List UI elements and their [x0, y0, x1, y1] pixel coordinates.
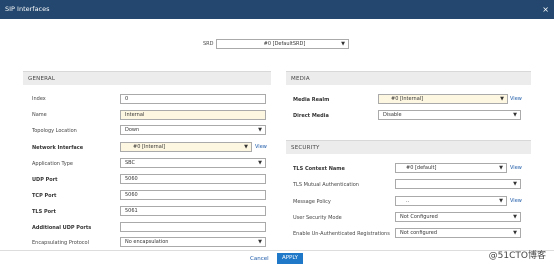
- index-field[interactable]: 0: [120, 94, 266, 104]
- dialog-titlebar: SIP Interfaces ×: [0, 0, 554, 19]
- media-realm-label: Media Realm: [293, 97, 330, 103]
- tcp-port-field[interactable]: 5060: [120, 190, 266, 200]
- encapsulating-protocol-value: No encapsulation: [125, 239, 169, 245]
- user-security-mode-select[interactable]: Not Configured ▼: [395, 212, 521, 222]
- chevron-down-icon: ▼: [258, 239, 262, 245]
- user-security-mode-label: User Security Mode: [293, 215, 342, 221]
- message-policy-select[interactable]: .. ▼: [395, 196, 507, 206]
- footer-divider: [0, 250, 554, 251]
- direct-media-value: Disable: [383, 112, 402, 118]
- name-label: Name: [32, 112, 47, 118]
- message-policy-value: ..: [406, 198, 410, 204]
- tls-context-name-value: #0 [default]: [406, 165, 437, 171]
- srd-row: SRD #0 [DefaultSRD] ▼: [0, 39, 554, 51]
- tls-mutual-auth-select[interactable]: ▼: [395, 179, 521, 189]
- direct-media-label: Direct Media: [293, 113, 329, 119]
- udp-port-field[interactable]: 5060: [120, 174, 266, 184]
- network-interface-value: #0 [Internal]: [133, 144, 166, 150]
- tls-context-name-label: TLS Context Name: [293, 166, 345, 172]
- network-interface-view-link[interactable]: View: [255, 144, 267, 150]
- srd-label: SRD: [203, 41, 214, 47]
- application-type-value: SBC: [125, 160, 136, 166]
- chevron-down-icon: ▼: [513, 181, 517, 187]
- tls-context-name-select[interactable]: #0 [default] ▼: [395, 163, 507, 173]
- media-realm-value: #0 [Internal]: [391, 96, 424, 102]
- message-policy-label: Message Policy: [293, 199, 331, 205]
- media-heading: MEDIA: [286, 71, 531, 85]
- network-interface-select[interactable]: #0 [Internal] ▼: [120, 142, 252, 152]
- topology-location-value: Down: [125, 127, 140, 133]
- chevron-down-icon: ▼: [499, 198, 503, 204]
- chevron-down-icon: ▼: [513, 112, 517, 118]
- message-policy-view-link[interactable]: View: [510, 198, 522, 204]
- chevron-down-icon: ▼: [244, 144, 248, 150]
- apply-button[interactable]: APPLY: [277, 253, 303, 264]
- tls-port-label: TLS Port: [32, 209, 56, 215]
- encapsulating-protocol-select[interactable]: No encapsulation ▼: [120, 237, 266, 247]
- tls-context-view-link[interactable]: View: [510, 165, 522, 171]
- chevron-down-icon: ▼: [499, 165, 503, 171]
- enable-unauth-reg-label: Enable Un-Authenticated Registrations: [293, 231, 390, 237]
- name-field[interactable]: Internal: [120, 110, 266, 120]
- tcp-port-label: TCP Port: [32, 193, 57, 199]
- close-icon[interactable]: ×: [542, 0, 549, 19]
- security-heading: SECURITY: [286, 140, 531, 154]
- additional-udp-ports-label: Additional UDP Ports: [32, 225, 92, 231]
- srd-select[interactable]: #0 [DefaultSRD] ▼: [216, 39, 349, 49]
- tls-mutual-auth-label: TLS Mutual Authentication: [293, 182, 359, 188]
- application-type-label: Application Type: [32, 161, 74, 167]
- encapsulating-protocol-label: Encapsulating Protocol: [32, 240, 89, 246]
- topology-location-label: Topology Location: [32, 128, 77, 134]
- watermark: @51CTO博客: [488, 251, 546, 261]
- index-label: Index: [32, 96, 46, 102]
- cancel-button[interactable]: Cancel: [250, 256, 269, 262]
- application-type-select[interactable]: SBC ▼: [120, 158, 266, 168]
- chevron-down-icon: ▼: [258, 160, 262, 166]
- topology-location-select[interactable]: Down ▼: [120, 125, 266, 135]
- chevron-down-icon: ▼: [513, 214, 517, 220]
- user-security-mode-value: Not Configured: [400, 214, 438, 220]
- chevron-down-icon: ▼: [500, 96, 504, 102]
- enable-unauth-reg-value: Not configured: [400, 230, 438, 236]
- udp-port-label: UDP Port: [32, 177, 58, 183]
- general-heading: GENERAL: [23, 71, 271, 85]
- direct-media-select[interactable]: Disable ▼: [378, 110, 521, 120]
- tls-port-field[interactable]: 5061: [120, 206, 266, 216]
- chevron-down-icon: ▼: [513, 230, 517, 236]
- chevron-down-icon: ▼: [341, 41, 345, 47]
- network-interface-label: Network Interface: [32, 145, 84, 151]
- dialog-title: SIP Interfaces: [5, 5, 50, 13]
- media-realm-view-link[interactable]: View: [510, 96, 522, 102]
- srd-value: #0 [DefaultSRD]: [263, 41, 306, 47]
- media-realm-select[interactable]: #0 [Internal] ▼: [378, 94, 508, 104]
- additional-udp-ports-field[interactable]: [120, 222, 266, 232]
- enable-unauth-reg-select[interactable]: Not configured ▼: [395, 228, 521, 238]
- chevron-down-icon: ▼: [258, 127, 262, 133]
